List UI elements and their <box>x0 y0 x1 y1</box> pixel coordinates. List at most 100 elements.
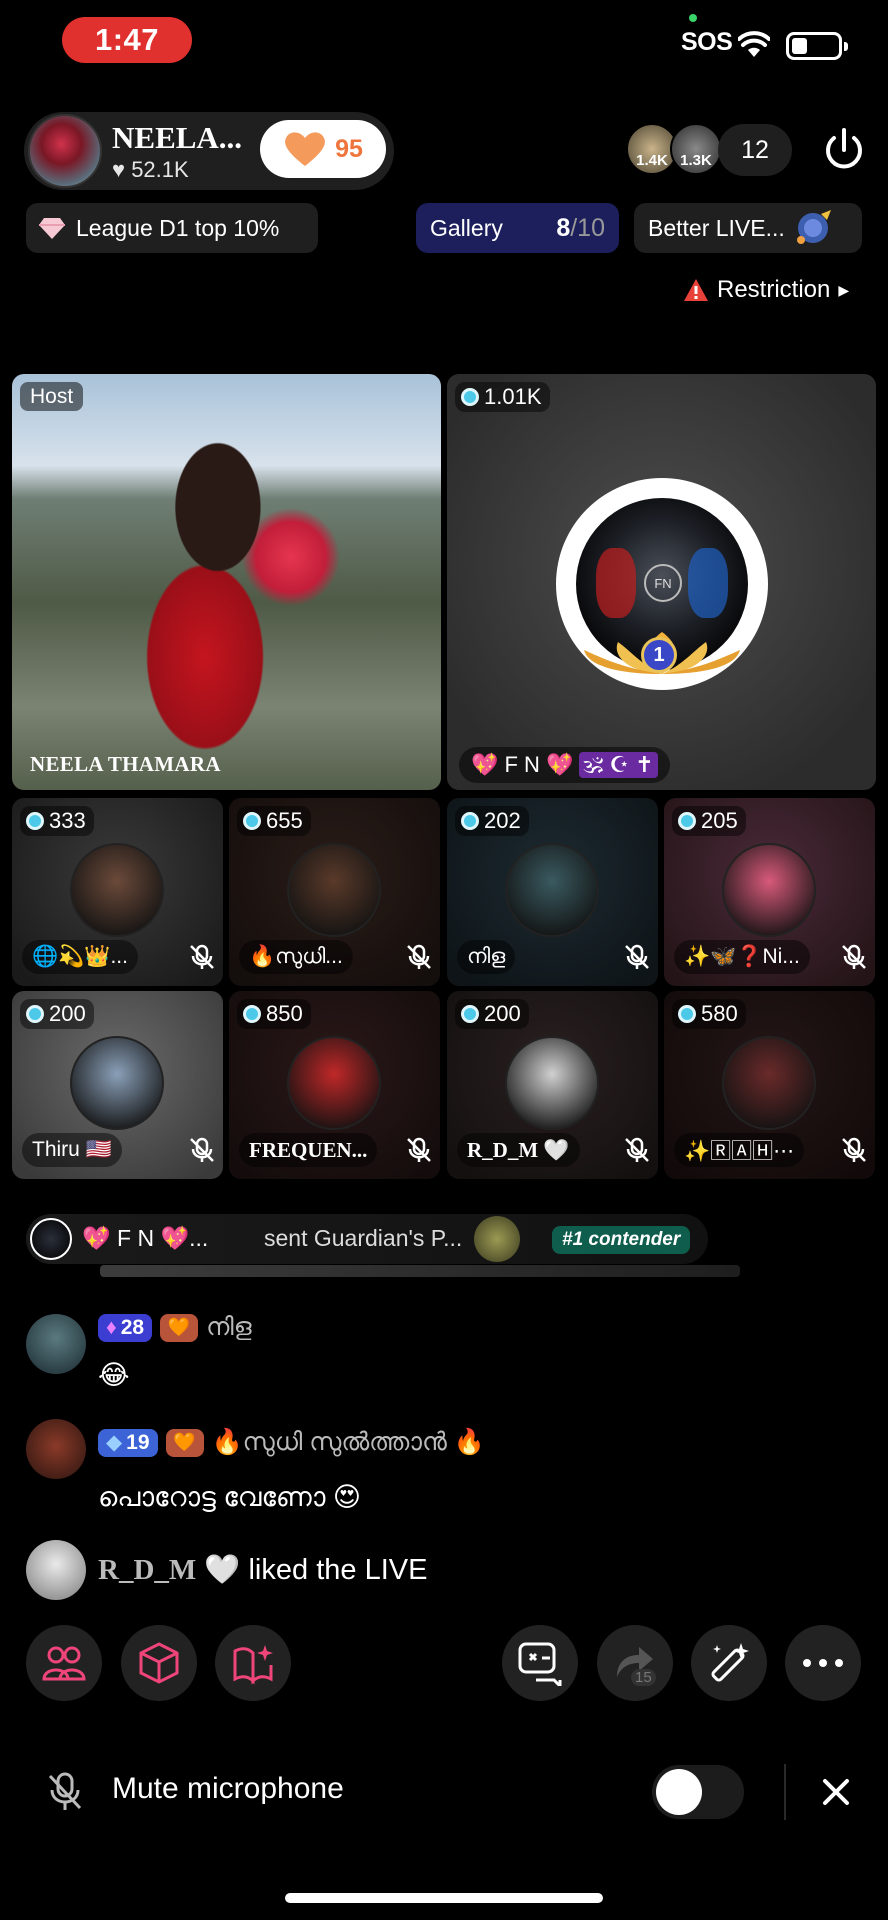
chat-username[interactable]: 🔥സുധി സുൽത്താൻ 🔥 <box>212 1428 485 1457</box>
fan-badge-icon: 🧡 <box>160 1313 199 1342</box>
guests-button[interactable] <box>26 1625 102 1701</box>
coin-icon <box>461 812 479 830</box>
seat-gift-count-value: 580 <box>701 1001 738 1026</box>
coin-icon <box>243 1005 261 1023</box>
magic-book-button[interactable] <box>215 1625 291 1701</box>
more-button[interactable] <box>785 1625 861 1701</box>
chat-message: പൊറോട്ട വേണോ 😍 <box>98 1482 362 1512</box>
host-video-tile[interactable] <box>12 374 441 790</box>
level-badge: ◆ 19 <box>98 1428 158 1457</box>
guest-symbols: 🕉 ☪ ✝ <box>579 752 658 778</box>
seat-gift-count-value: 850 <box>266 1001 303 1026</box>
top-viewer-avatar-2[interactable]: 1.3K <box>670 123 722 175</box>
chat-avatar-1[interactable] <box>26 1314 86 1374</box>
host-video-caption: NEELA THAMARA <box>30 752 221 776</box>
guest-name: 💖 F N 💖 <box>471 752 574 777</box>
seat-name: ✨🅁🄰🄷⋯ <box>674 1133 805 1167</box>
home-indicator[interactable] <box>285 1893 603 1903</box>
seat-avatar[interactable] <box>287 1036 381 1130</box>
seat-gift-count: 205 <box>672 806 746 836</box>
fan-badge-icon: 🧡 <box>165 1428 204 1457</box>
mic-off-icon <box>406 944 432 970</box>
gift-icon <box>474 1216 520 1262</box>
host-name[interactable]: NEELA... <box>112 120 242 156</box>
like-count: 95 <box>335 134 363 163</box>
seat-avatar[interactable] <box>722 843 816 937</box>
close-icon[interactable] <box>820 1776 852 1808</box>
contender-badge: #1 contender <box>552 1226 691 1254</box>
guest-seat-7[interactable]: 200 R_D_M 🤍 <box>447 991 658 1179</box>
gift-sender-name: 💖 F N 💖... <box>82 1225 209 1251</box>
guest-gift-count: 1.01K <box>455 382 550 412</box>
guest-seat-5[interactable]: 200 Thiru 🇺🇸 <box>12 991 223 1179</box>
power-icon[interactable] <box>818 124 870 176</box>
rank-badge: 1 <box>641 637 677 673</box>
like-button[interactable]: 95 <box>260 120 386 178</box>
seat-name: ✨🦋❓Ni... <box>674 940 810 974</box>
liked-username[interactable]: R_D_M <box>98 1554 196 1586</box>
liked-user-avatar[interactable] <box>26 1540 86 1600</box>
mute-microphone-label: Mute microphone <box>112 1772 344 1805</box>
league-chip[interactable]: League D1 top 10% <box>26 203 318 253</box>
seat-avatar[interactable] <box>505 843 599 937</box>
seat-avatar[interactable] <box>70 1036 164 1130</box>
comment-button[interactable] <box>502 1625 578 1701</box>
seat-avatar[interactable] <box>505 1036 599 1130</box>
chevron-right-icon: ▶ <box>838 281 850 298</box>
seat-gift-count: 655 <box>237 806 311 836</box>
privacy-indicator <box>689 14 697 22</box>
enhance-button[interactable] <box>691 1625 767 1701</box>
sos-indicator: SOS <box>681 28 733 56</box>
viewer-count[interactable]: 12 <box>718 124 792 176</box>
coin-icon <box>461 1005 479 1023</box>
share-button[interactable]: 15 <box>597 1625 673 1701</box>
seat-gift-count-value: 200 <box>49 1001 86 1026</box>
restriction-link[interactable]: Restriction ▶ <box>683 276 849 304</box>
chat-username[interactable]: നിള <box>206 1313 251 1342</box>
top-viewer-score-1: 1.4K <box>636 152 668 169</box>
seat-avatar[interactable] <box>287 843 381 937</box>
gallery-chip[interactable]: Gallery 8/10 <box>416 203 619 253</box>
guest-avatar-logo: FN <box>644 564 682 602</box>
mute-microphone-toggle[interactable] <box>652 1765 744 1819</box>
share-count: 15 <box>631 1669 656 1686</box>
better-live-chip[interactable]: Better LIVE... <box>634 203 862 253</box>
guest-seat-6[interactable]: 850 FREQUEN... <box>229 991 440 1179</box>
coin-icon <box>461 388 479 406</box>
mic-off-icon <box>189 1137 215 1163</box>
orange-heart-icon <box>285 132 325 166</box>
seat-avatar[interactable] <box>722 1036 816 1130</box>
seat-avatar[interactable] <box>70 843 164 937</box>
diamond-icon <box>39 218 65 239</box>
chat-avatar-2[interactable] <box>26 1419 86 1479</box>
coin-icon <box>26 812 44 830</box>
magic-wand-icon <box>711 1643 749 1682</box>
mic-off-icon <box>624 1137 650 1163</box>
seat-name: R_D_M 🤍 <box>457 1133 580 1167</box>
gift-text: sent Guardian's P... <box>264 1225 463 1251</box>
seat-gift-count-value: 200 <box>484 1001 521 1026</box>
mic-off-icon <box>841 944 867 970</box>
effects-button[interactable] <box>121 1625 197 1701</box>
seat-name: FREQUEN... <box>239 1133 378 1167</box>
guest-seat-3[interactable]: 202 നിള <box>447 798 658 986</box>
gallery-label: Gallery <box>430 214 503 241</box>
cube-icon <box>139 1642 179 1684</box>
rocket-icon <box>796 210 831 244</box>
guest-seat-2[interactable]: 655 🔥സുധി... <box>229 798 440 986</box>
guest-seat-4[interactable]: 205 ✨🦋❓Ni... <box>664 798 875 986</box>
better-live-label: Better LIVE... <box>648 214 785 241</box>
heart-icon: ♥ <box>112 157 126 182</box>
guest-seat-8[interactable]: 580 ✨🅁🄰🄷⋯ <box>664 991 875 1179</box>
sparkle-book-icon <box>233 1645 273 1685</box>
seat-gift-count: 202 <box>455 806 529 836</box>
guest-seat-1[interactable]: 333 🌐💫👑... <box>12 798 223 986</box>
chat-message: 😂 <box>98 1360 130 1390</box>
mic-off-icon <box>48 1772 82 1810</box>
seat-name: 🌐💫👑... <box>22 940 138 974</box>
wifi-icon <box>738 31 770 57</box>
status-time: 1:47 <box>62 17 192 63</box>
mic-off-icon <box>624 944 650 970</box>
guest-gift-count-value: 1.01K <box>484 384 542 409</box>
host-avatar[interactable] <box>28 114 102 188</box>
